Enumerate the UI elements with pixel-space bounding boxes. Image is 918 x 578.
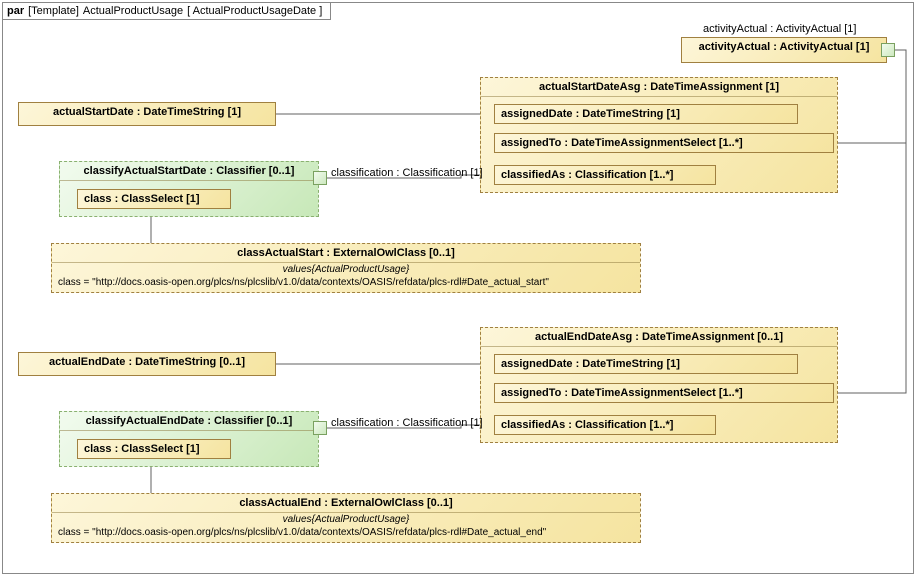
class-actual-start[interactable]: classActualStart : ExternalOwlClass [0..… <box>51 243 641 293</box>
frame-keyword: par <box>7 5 24 17</box>
frame-tab: par [Template] ActualProductUsage [ Actu… <box>2 2 331 20</box>
end-assigned-date[interactable]: assignedDate : DateTimeString [1] <box>494 354 798 374</box>
classify-end-port[interactable] <box>313 421 327 435</box>
start-assigned-to[interactable]: assignedTo : DateTimeAssignmentSelect [1… <box>494 133 834 153</box>
classification-label-2: classification : Classification [1] <box>331 417 483 429</box>
diagram-frame: par [Template] ActualProductUsage [ Actu… <box>2 2 914 574</box>
activity-actual-title: activityActual : ActivityActual [1] <box>682 38 886 56</box>
classification-label-1: classification : Classification [1] <box>331 167 483 179</box>
end-assigned-to[interactable]: assignedTo : DateTimeAssignmentSelect [1… <box>494 383 834 403</box>
classify-start-class-slot[interactable]: class : ClassSelect [1] <box>77 189 231 209</box>
start-classified-as[interactable]: classifiedAs : Classification [1..*] <box>494 165 716 185</box>
classify-end-class-slot[interactable]: class : ClassSelect [1] <box>77 439 231 459</box>
start-assigned-date[interactable]: assignedDate : DateTimeString [1] <box>494 104 798 124</box>
class-actual-start-title: classActualStart : ExternalOwlClass [0..… <box>52 244 640 263</box>
activity-actual-box[interactable]: activityActual : ActivityActual [1] <box>681 37 887 63</box>
actual-end-date[interactable]: actualEndDate : DateTimeString [0..1] <box>18 352 276 376</box>
frame-name: ActualProductUsage <box>83 5 183 17</box>
classify-start-port[interactable] <box>313 171 327 185</box>
class-actual-start-classval: class = "http://docs.oasis-open.org/plcs… <box>52 275 640 292</box>
activity-actual-port[interactable] <box>881 43 895 57</box>
actual-start-date-title: actualStartDate : DateTimeString [1] <box>19 103 275 121</box>
frame-param: [ ActualProductUsageDate ] <box>187 5 322 17</box>
actual-end-date-title: actualEndDate : DateTimeString [0..1] <box>19 353 275 371</box>
class-actual-end[interactable]: classActualEnd : ExternalOwlClass [0..1]… <box>51 493 641 543</box>
actual-end-date-asg-title: actualEndDateAsg : DateTimeAssignment [0… <box>481 328 837 347</box>
frame-context: [Template] <box>28 5 79 17</box>
class-actual-end-values: values{ActualProductUsage} <box>52 513 640 525</box>
classify-actual-start-date-title: classifyActualStartDate : Classifier [0.… <box>60 162 318 181</box>
class-actual-start-values: values{ActualProductUsage} <box>52 263 640 275</box>
actual-start-date-asg-title: actualStartDateAsg : DateTimeAssignment … <box>481 78 837 97</box>
activity-actual-top-label: activityActual : ActivityActual [1] <box>703 23 856 35</box>
classify-actual-end-date-title: classifyActualEndDate : Classifier [0..1… <box>60 412 318 431</box>
class-actual-end-title: classActualEnd : ExternalOwlClass [0..1] <box>52 494 640 513</box>
end-classified-as[interactable]: classifiedAs : Classification [1..*] <box>494 415 716 435</box>
class-actual-end-classval: class = "http://docs.oasis-open.org/plcs… <box>52 525 640 542</box>
actual-start-date[interactable]: actualStartDate : DateTimeString [1] <box>18 102 276 126</box>
